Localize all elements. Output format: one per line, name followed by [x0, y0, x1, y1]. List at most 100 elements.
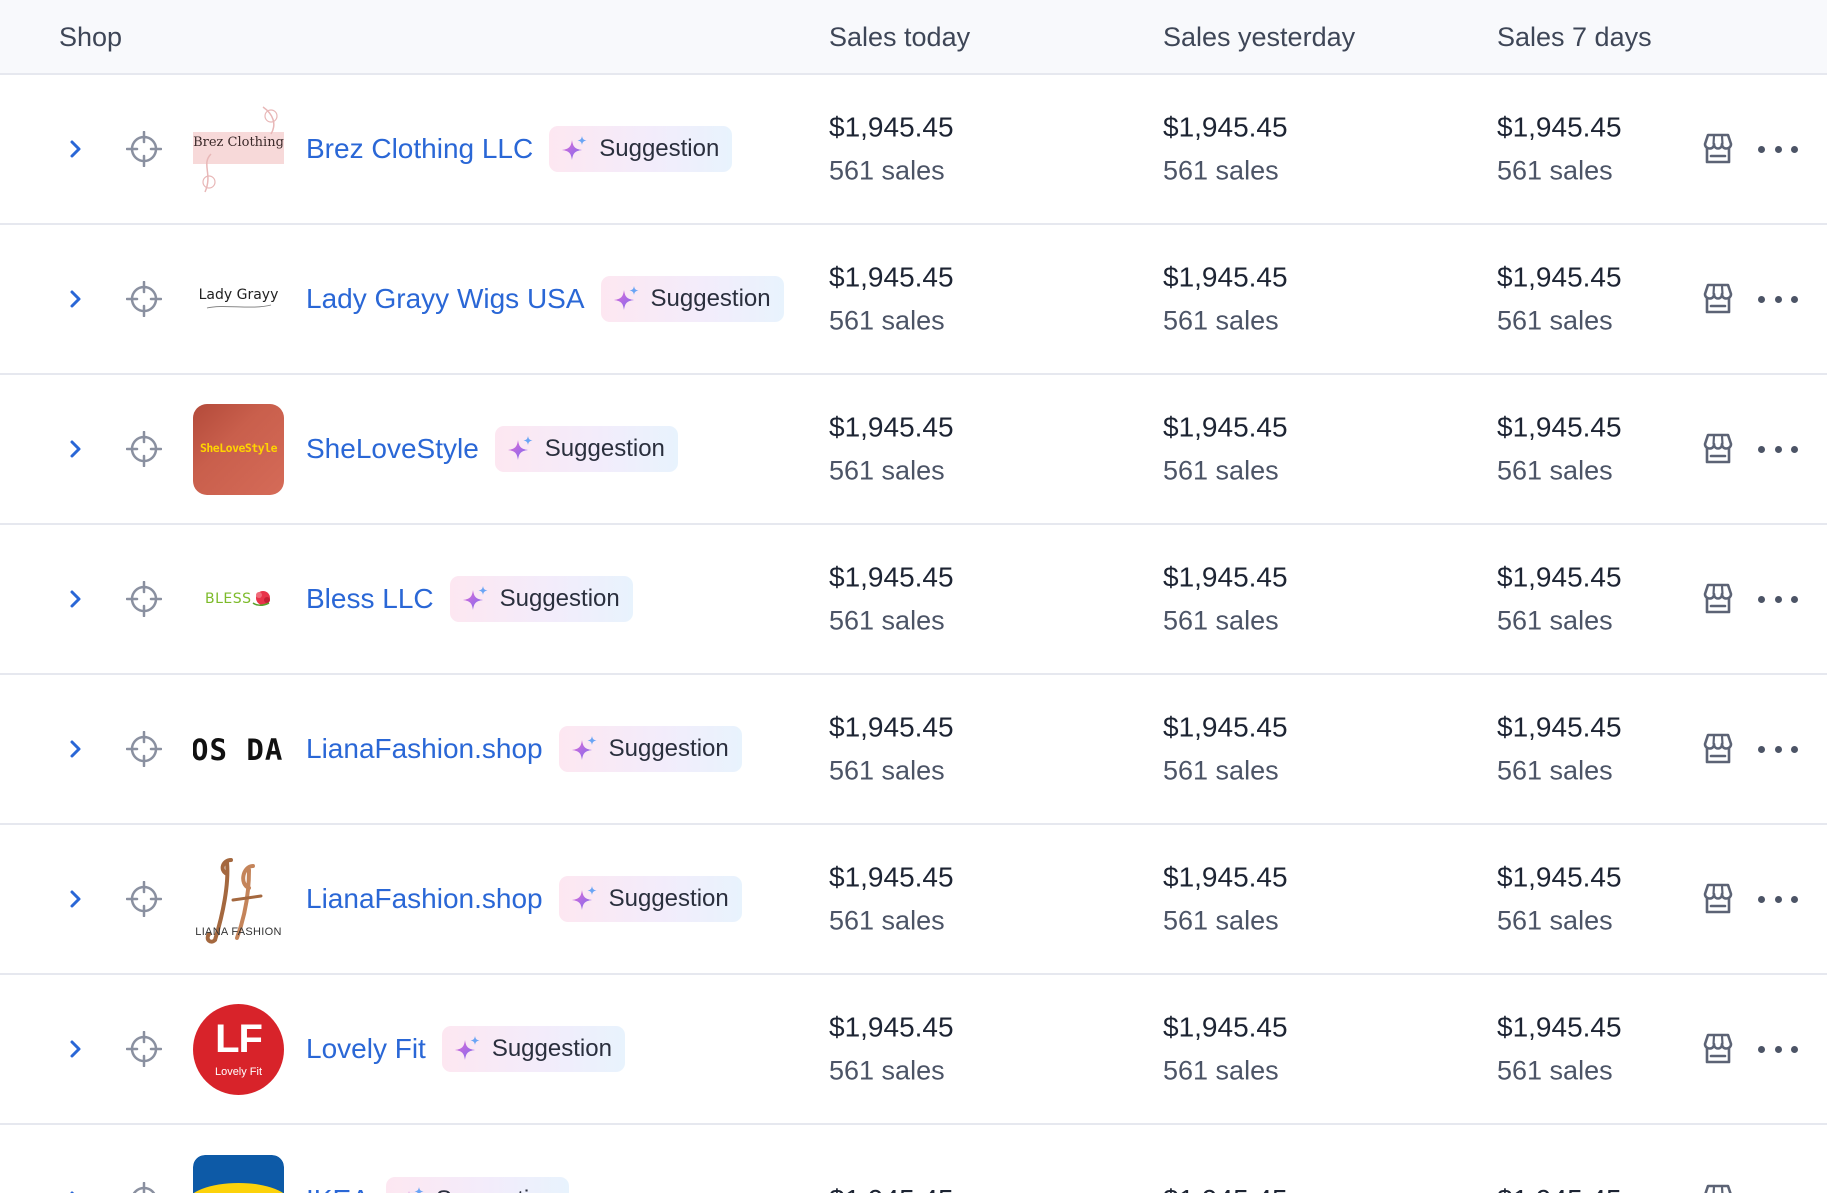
locate-shop-button[interactable] — [125, 1030, 163, 1068]
more-actions-button[interactable] — [1758, 289, 1798, 309]
sales-today-count: 561 sales — [829, 755, 945, 786]
open-store-button[interactable] — [1700, 431, 1736, 467]
open-store-button[interactable] — [1700, 731, 1736, 767]
more-dot — [1774, 295, 1782, 303]
expand-row-button[interactable] — [60, 1184, 92, 1193]
crosshair-icon — [125, 880, 163, 918]
open-store-button[interactable] — [1700, 281, 1736, 317]
table-row: OS DAI LianaFashion.shop Suggestion — [0, 675, 1827, 825]
more-actions-button[interactable] — [1758, 739, 1798, 759]
shop-logo: Brez Clothing — [193, 104, 284, 195]
suggestion-badge[interactable]: Suggestion — [385, 1177, 569, 1193]
storefront-icon — [1703, 583, 1733, 614]
open-store-button[interactable] — [1700, 131, 1736, 167]
sales-yesterday-count: 561 sales — [1163, 305, 1279, 336]
more-dot — [1774, 445, 1782, 453]
more-dot — [1791, 895, 1798, 903]
more-dot — [1774, 1045, 1782, 1053]
column-header-sales-today[interactable]: Sales today — [829, 0, 970, 75]
column-header-sales-7-days[interactable]: Sales 7 days — [1497, 0, 1652, 75]
chevron-right-icon — [70, 440, 81, 458]
expand-row-button[interactable] — [60, 733, 92, 765]
locate-shop-button[interactable] — [126, 1181, 162, 1193]
shop-name-cell: Brez Clothing LLC Suggestion — [306, 126, 733, 172]
sales-yesterday-count: 561 sales — [1163, 1055, 1279, 1086]
suggestion-badge[interactable]: Suggestion — [494, 426, 678, 472]
locate-shop-button[interactable] — [125, 580, 163, 618]
shop-name-link[interactable]: LianaFashion.shop — [306, 733, 543, 765]
shop-name-link[interactable]: IKEA — [306, 1184, 370, 1193]
sales-yesterday-cell: $1,945.45 561 sales — [1163, 1013, 1288, 1086]
sales-yesterday-count: 561 sales — [1163, 155, 1279, 186]
sales-today-count: 561 sales — [829, 155, 945, 186]
more-actions-button[interactable] — [1758, 1039, 1798, 1059]
sales-7-days-cell: $1,945.45 561 sales — [1497, 263, 1622, 335]
locate-shop-button[interactable] — [125, 880, 163, 918]
shop-logo: SheLoveStyle — [193, 404, 284, 495]
lady-grayy-logo: Lady Grayy — [193, 254, 284, 345]
expand-row-button[interactable] — [60, 133, 92, 165]
expand-row-button[interactable] — [60, 283, 92, 315]
shop-name-link[interactable]: LianaFashion.shop — [306, 883, 543, 915]
logo-text: LIANA FASHION — [195, 926, 282, 938]
locate-shop-button[interactable] — [125, 430, 163, 468]
suggestion-badge[interactable]: Suggestion — [549, 126, 733, 172]
more-dot — [1758, 145, 1765, 153]
more-actions-button[interactable] — [1758, 589, 1798, 609]
logo-text: LF — [215, 1017, 263, 1061]
sales-today-cell: $1,945.45 561 sales — [829, 113, 954, 186]
liana-fashion-logo: LIANA FASHION — [193, 854, 284, 945]
sales-7-days-amount: $1,945.45 — [1497, 1186, 1622, 1193]
table-row: Lady Grayy Lady Grayy Wigs USA Suggestio… — [0, 225, 1827, 375]
more-actions-button[interactable] — [1758, 139, 1798, 159]
open-store-button[interactable] — [1700, 1031, 1736, 1067]
sales-yesterday-cell: $1,945.45 561 sales — [1163, 563, 1288, 635]
suggestion-badge[interactable]: Suggestion — [441, 1026, 625, 1072]
shop-name-link[interactable]: Lovely Fit — [306, 1033, 426, 1065]
sparkle-icon — [454, 1036, 480, 1060]
logo-text: OS DAI — [193, 733, 284, 767]
sales-today-cell: $1,945.45 561 sales — [829, 1011, 954, 1085]
sales-yesterday-cell: $1,945.45 561 sales — [1163, 713, 1288, 786]
sales-yesterday-count: 561 sales — [1163, 455, 1279, 486]
open-store-button[interactable] — [1700, 881, 1736, 917]
sales-today-amount: $1,945.45 — [829, 711, 954, 743]
sales-yesterday-cell: $1,945.45 561 sales — [1163, 263, 1288, 336]
sparkle-icon — [507, 436, 533, 460]
sales-yesterday-count: 561 sales — [1163, 755, 1279, 786]
expand-row-button[interactable] — [60, 583, 92, 615]
expand-row-button[interactable] — [60, 883, 92, 915]
column-header-sales-yesterday[interactable]: Sales yesterday — [1163, 0, 1355, 75]
shop-name-link[interactable]: SheLoveStyle — [306, 433, 479, 465]
crosshair-icon — [125, 580, 163, 618]
shop-name-link[interactable]: Lady Grayy Wigs USA — [306, 283, 585, 315]
suggestion-badge[interactable]: Suggestion — [449, 576, 633, 622]
more-dot — [1758, 895, 1765, 903]
more-actions-button[interactable] — [1758, 889, 1798, 909]
expand-row-button[interactable] — [60, 433, 92, 465]
suggestion-badge[interactable]: Suggestion — [558, 726, 742, 772]
sales-7-days-cell: $1,945.45 561 sales — [1497, 863, 1622, 935]
locate-shop-button[interactable] — [125, 730, 163, 768]
shop-name-link[interactable]: Bless LLC — [306, 583, 434, 615]
suggestion-label: Suggestion — [436, 1186, 556, 1193]
expand-row-button[interactable] — [60, 1033, 92, 1065]
locate-shop-button[interactable] — [125, 130, 163, 168]
more-actions-button[interactable] — [1758, 439, 1798, 459]
suggestion-badge[interactable]: Suggestion — [600, 276, 784, 322]
sales-today-cell: $1,945.45 561 sales — [829, 413, 954, 485]
more-dot — [1774, 145, 1782, 153]
locate-shop-button[interactable] — [125, 280, 163, 318]
sparkle-icon — [462, 586, 488, 610]
open-store-button[interactable] — [1700, 1182, 1736, 1193]
sales-7-days-count: 561 sales — [1497, 755, 1613, 786]
column-header-shop[interactable]: Shop — [59, 0, 122, 75]
shop-name-link[interactable]: Brez Clothing LLC — [306, 133, 533, 165]
sales-today-amount: $1,945.45 — [829, 561, 954, 593]
open-store-button[interactable] — [1700, 581, 1736, 617]
sales-today-cell: $1,945.45 561 sales — [829, 711, 954, 786]
sales-today-amount: $1,945.45 — [829, 1011, 954, 1043]
suggestion-label: Suggestion — [608, 885, 729, 912]
suggestion-badge[interactable]: Suggestion — [558, 876, 742, 922]
shop-logo: Lady Grayy — [193, 254, 284, 345]
